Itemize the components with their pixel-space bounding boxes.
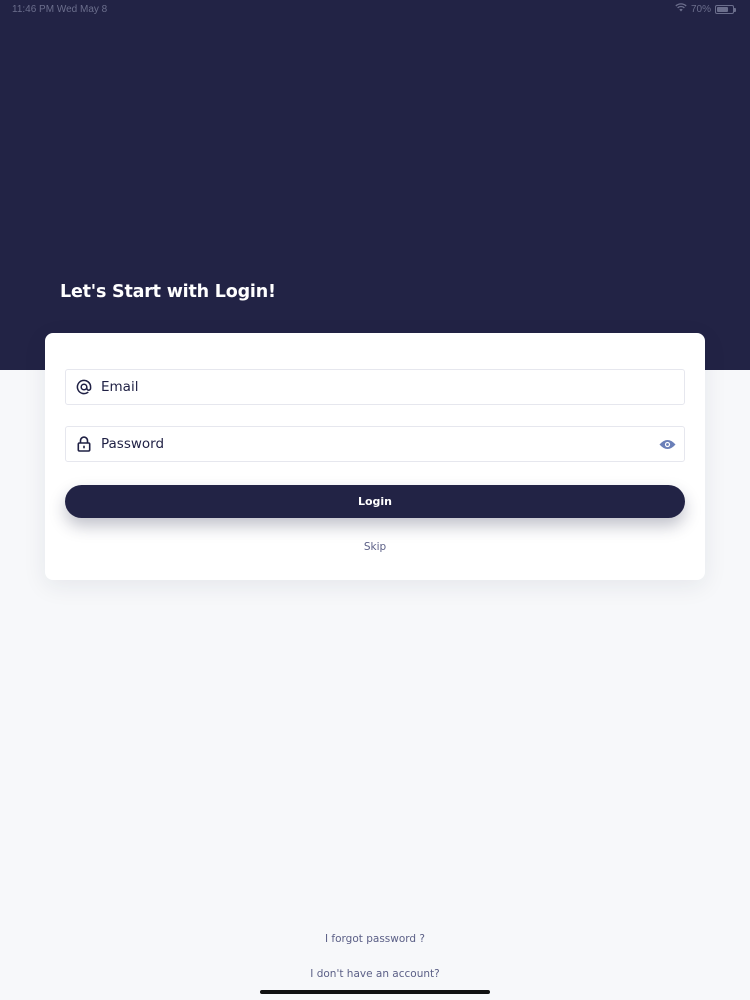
email-input[interactable] (101, 372, 684, 402)
battery-percent: 70% (690, 3, 711, 15)
lock-icon (67, 427, 101, 461)
battery-level (717, 6, 728, 12)
password-input[interactable] (101, 429, 650, 459)
page-title: Let's Start with Login! (60, 282, 276, 302)
login-button[interactable]: Login (65, 485, 685, 518)
wifi-icon (675, 3, 687, 15)
status-bar: 11:46 PM Wed May 8 70% (0, 0, 750, 20)
forgot-password-link[interactable]: I forgot password ? (0, 933, 750, 945)
status-time: 11:46 PM Wed May 8 (12, 4, 108, 15)
eye-icon[interactable] (650, 427, 684, 461)
battery-icon (715, 4, 736, 14)
no-account-link[interactable]: I don't have an account? (0, 968, 750, 980)
at-icon (67, 370, 101, 404)
header-background (0, 0, 750, 370)
skip-link[interactable]: Skip (45, 541, 705, 553)
password-field[interactable] (65, 426, 685, 462)
login-card: Login Skip (45, 333, 705, 580)
status-indicators: 70% (675, 3, 736, 15)
home-indicator (260, 990, 490, 994)
email-field[interactable] (65, 369, 685, 405)
